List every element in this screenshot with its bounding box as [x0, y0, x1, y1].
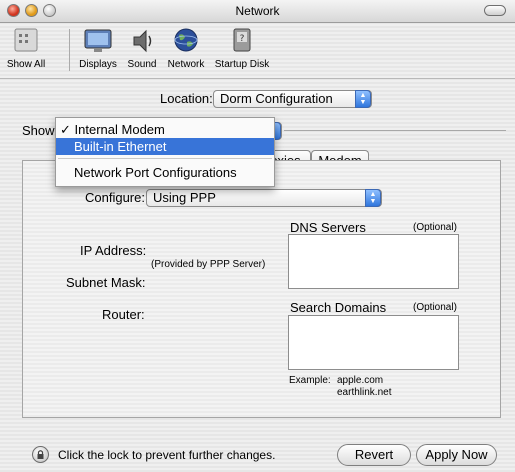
revert-button[interactable]: Revert [337, 444, 411, 466]
dns-servers-field[interactable] [288, 234, 459, 289]
toolbar-label: Sound [127, 59, 157, 70]
ip-address-label: IP Address: [80, 243, 147, 258]
popup-arrows-icon: ▲▼ [355, 90, 371, 108]
apply-now-button[interactable]: Apply Now [416, 444, 497, 466]
menu-item-built-in-ethernet[interactable]: Built-in Ethernet [56, 138, 274, 155]
toolbar-label: Startup Disk [214, 59, 270, 70]
configure-label: Configure: [85, 190, 145, 205]
toolbar-label: Network [167, 59, 205, 70]
menu-item-internal-modem[interactable]: ✓ Internal Modem [56, 121, 274, 138]
toolbar: Show All Displays Sound Network ? Startu… [0, 23, 515, 79]
startup-disk-icon: ? [226, 27, 258, 55]
toolbar-displays[interactable]: Displays [76, 27, 120, 70]
show-label: Show [22, 123, 55, 138]
title-bar: Network [0, 0, 515, 23]
displays-icon [82, 27, 114, 55]
window-title: Network [235, 4, 280, 18]
checkmark-icon: ✓ [60, 122, 71, 137]
subnet-mask-label: Subnet Mask: [66, 275, 146, 290]
toolbar-network[interactable]: Network [164, 27, 208, 70]
ip-address-note: (Provided by PPP Server) [151, 259, 266, 270]
toolbar-separator [69, 29, 70, 71]
router-label: Router: [102, 307, 145, 322]
sound-icon [126, 27, 158, 55]
dns-optional-label: (Optional) [413, 222, 457, 233]
example-value: earthlink.net [337, 387, 392, 398]
svg-text:?: ? [240, 34, 245, 44]
show-all-icon [10, 27, 42, 55]
dns-servers-label: DNS Servers [290, 220, 366, 235]
menu-item-network-port-configurations[interactable]: Network Port Configurations [56, 164, 274, 181]
lock-text: Click the lock to prevent further change… [58, 448, 276, 462]
network-icon [170, 27, 202, 55]
popup-arrows-icon: ▲▼ [365, 189, 381, 207]
lock-icon[interactable] [32, 446, 49, 463]
toolbar-label: Show All [6, 59, 46, 70]
menu-separator [58, 158, 272, 159]
location-value: Dorm Configuration [220, 91, 333, 106]
configure-value: Using PPP [153, 190, 216, 205]
toolbar-toggle-button[interactable] [484, 5, 506, 16]
toolbar-label: Displays [79, 59, 117, 70]
location-popup[interactable]: Dorm Configuration ▲ ▼ [213, 90, 372, 108]
toolbar-startup-disk[interactable]: ? Startup Disk [210, 27, 274, 70]
show-dropdown-menu: ✓ Internal Modem Built-in Ethernet Netwo… [55, 117, 275, 187]
menu-item-label: Internal Modem [74, 122, 165, 137]
example-label: Example: [289, 375, 331, 386]
search-domains-label: Search Domains [290, 300, 387, 315]
divider [284, 130, 506, 131]
configure-popup[interactable]: Using PPP ▲ ▼ [146, 189, 382, 207]
toolbar-show-all[interactable]: Show All [4, 27, 48, 70]
toolbar-sound[interactable]: Sound [124, 27, 160, 70]
search-optional-label: (Optional) [413, 302, 457, 313]
example-value: apple.com [337, 375, 384, 386]
location-label: Location: [160, 91, 213, 106]
search-domains-field[interactable] [288, 315, 459, 370]
